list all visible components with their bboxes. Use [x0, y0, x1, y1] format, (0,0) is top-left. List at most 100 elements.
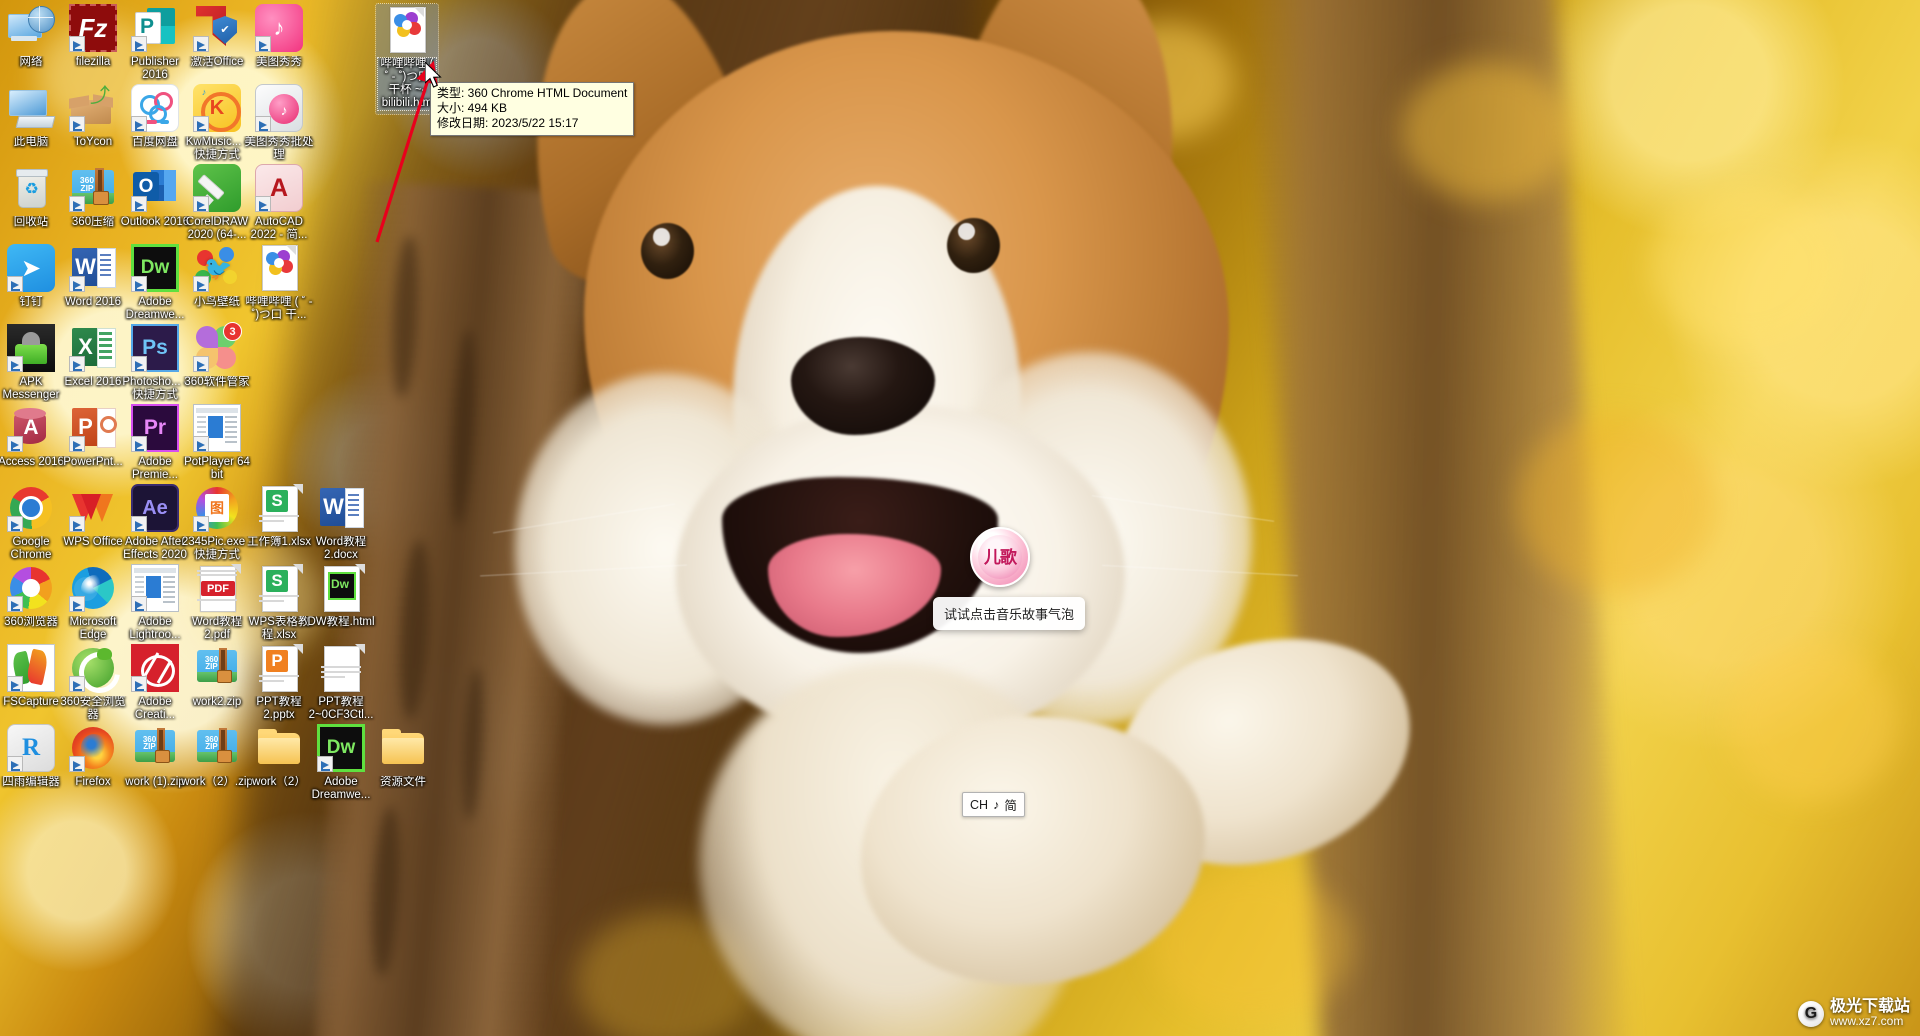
shortcut-arrow-icon: [69, 356, 85, 372]
music-bubble-text: 试试点击音乐故事气泡: [944, 607, 1075, 622]
ime-mode-label[interactable]: 简: [1004, 795, 1017, 814]
apk-messenger-icon: [7, 324, 55, 372]
shortcut-arrow-icon: [7, 596, 23, 612]
wps-icon: [69, 484, 117, 532]
desktop-icon-selected-bilibili-file[interactable]: 哔哩哔哩 ( ˚ - ˚)つ口 干杯 ~-bilibili.htm: [375, 3, 439, 115]
desktop-root[interactable]: 网络 Fz filezilla P Publisher 2016 ✔ 激活Office…: [0, 0, 1920, 1036]
shortcut-arrow-icon: [131, 196, 147, 212]
music-story-widget-button[interactable]: 儿歌: [970, 527, 1030, 587]
shortcut-arrow-icon: [69, 676, 85, 692]
tooltip-line-modified: 修改日期: 2023/5/22 15:17: [437, 116, 579, 130]
desktop-icon-blank-file[interactable]: PPT教程 2~0CF3Ctl...: [303, 644, 379, 722]
premiere-icon: Pr: [131, 404, 179, 452]
shortcut-arrow-icon: [193, 36, 209, 52]
shortcut-arrow-icon: [69, 596, 85, 612]
shortcut-arrow-icon: [193, 436, 209, 452]
bilibili-html-icon: [383, 6, 431, 54]
desktop-icon-dw-html[interactable]: Dw DW教程.html: [303, 564, 379, 629]
shortcut-arrow-icon: [7, 276, 23, 292]
potplayer-icon: [193, 404, 241, 452]
coreldraw-icon: [193, 164, 241, 212]
desktop-icon-meitu[interactable]: ♪ 美图秀秀: [241, 4, 317, 69]
kwmusic-icon: K ♪: [193, 84, 241, 132]
wps-sheet-icon: S: [255, 484, 303, 532]
tooltip-line-type: 类型: 360 Chrome HTML Document: [437, 86, 628, 100]
folder-icon: [255, 724, 303, 772]
desktop-icon-word-doc[interactable]: W Word教程 2.docx: [303, 484, 379, 562]
selected-icon-label: 哔哩哔哩 ( ˚ - ˚)つ口 干杯 ~-bilibili.htm: [377, 57, 437, 111]
desktop-icon-label: Word教程 2.docx: [315, 536, 367, 561]
shortcut-arrow-icon: [317, 756, 333, 772]
ime-language-indicator[interactable]: CH ♪ 简: [962, 792, 1025, 817]
recycle-bin-icon: ♻: [7, 164, 55, 212]
360zip-file-icon: 360 ZIP: [193, 644, 241, 692]
shortcut-arrow-icon: [255, 116, 271, 132]
chrome-icon: [7, 484, 55, 532]
shortcut-arrow-icon: [131, 436, 147, 452]
desktop-icon-360software[interactable]: 3 360软件管家: [179, 322, 255, 389]
desktop-icon-potplayer[interactable]: PotPlayer 64 bit: [179, 404, 255, 482]
music-widget-label: 儿歌: [978, 535, 1022, 579]
shortcut-arrow-icon: [69, 436, 85, 452]
photoshop-icon: Ps: [131, 324, 179, 372]
shortcut-arrow-icon: [7, 516, 23, 532]
shortcut-arrow-icon: [69, 516, 85, 532]
toycon-icon: ⤴: [69, 84, 117, 132]
shortcut-arrow-icon: [69, 196, 85, 212]
powerpoint-icon: P: [69, 404, 117, 452]
desktop-icon-autocad[interactable]: A AutoCAD 2022 - 简...: [241, 164, 317, 242]
shortcut-arrow-icon: [193, 516, 209, 532]
360zip-icon: 360 ZIP: [69, 164, 117, 212]
desktop-icon-label: 360软件管家: [184, 376, 250, 388]
autocad-icon: A: [255, 164, 303, 212]
desktop-icon-label: 美图秀秀批处理: [244, 136, 314, 161]
shortcut-arrow-icon: [131, 276, 147, 292]
shortcut-arrow-icon: [131, 596, 147, 612]
adobe-cc-icon: [131, 644, 179, 692]
dingtalk-icon: ➤: [7, 244, 55, 292]
desktop-icon-label: PotPlayer 64 bit: [184, 456, 250, 481]
folder-icon: [379, 724, 427, 772]
360zip-file-icon: 360 ZIP: [193, 724, 241, 772]
outlook-icon: O: [131, 164, 179, 212]
siyu-editor-icon: R: [7, 724, 55, 772]
360zip-file-icon: 360 ZIP: [131, 724, 179, 772]
lightroom-icon: [131, 564, 179, 612]
word-icon: W: [69, 244, 117, 292]
activate-office-icon: ✔: [193, 4, 241, 52]
dreamweaver-icon: Dw: [131, 244, 179, 292]
360software-icon: 3: [193, 322, 242, 372]
shortcut-arrow-icon: [7, 356, 23, 372]
edge-icon: [69, 564, 117, 612]
desktop-icon-label: DW教程.html: [307, 616, 375, 628]
shortcut-arrow-icon: [131, 356, 147, 372]
dog-left-eye-glint: [652, 227, 671, 246]
shortcut-arrow-icon: [69, 116, 85, 132]
shortcut-arrow-icon: [131, 516, 147, 532]
desktop-icon-meitu-batch[interactable]: ♪ 美图秀秀批处理: [241, 84, 317, 162]
desktop-icon-bilibili-html[interactable]: 哔哩哔哩 ( ˚ - ˚)つ口 干...: [241, 244, 317, 322]
shortcut-arrow-icon: [131, 116, 147, 132]
baidu-netdisk-icon: [131, 84, 179, 132]
shortcut-arrow-icon: [69, 276, 85, 292]
360safe-browser-icon: [69, 643, 129, 702]
shortcut-arrow-icon: [193, 196, 209, 212]
ime-language-code: CH: [970, 797, 989, 812]
music-widget-hint-bubble[interactable]: 试试点击音乐故事气泡: [933, 597, 1086, 630]
shortcut-arrow-icon: [131, 36, 147, 52]
shortcut-arrow-icon: [255, 36, 271, 52]
dreamweaver-icon: Dw: [317, 724, 365, 772]
pdf-icon: PDF: [193, 564, 241, 612]
360browser-icon: [7, 564, 55, 612]
shortcut-arrow-icon: [69, 756, 85, 772]
publisher-icon: P: [131, 4, 179, 52]
music-note-icon[interactable]: ♪: [993, 798, 999, 812]
shortcut-arrow-icon: [69, 36, 85, 52]
word-doc-icon: W: [317, 484, 365, 532]
wps-sheet-icon: S: [255, 564, 303, 612]
wallpaper-corgi-dog: [422, 0, 1574, 1036]
file-info-tooltip: 类型: 360 Chrome HTML Document 大小: 494 KB …: [430, 82, 635, 136]
shortcut-arrow-icon: [7, 676, 23, 692]
desktop-icon-folder[interactable]: 资源文件: [365, 724, 441, 789]
shortcut-arrow-icon: [255, 196, 271, 212]
